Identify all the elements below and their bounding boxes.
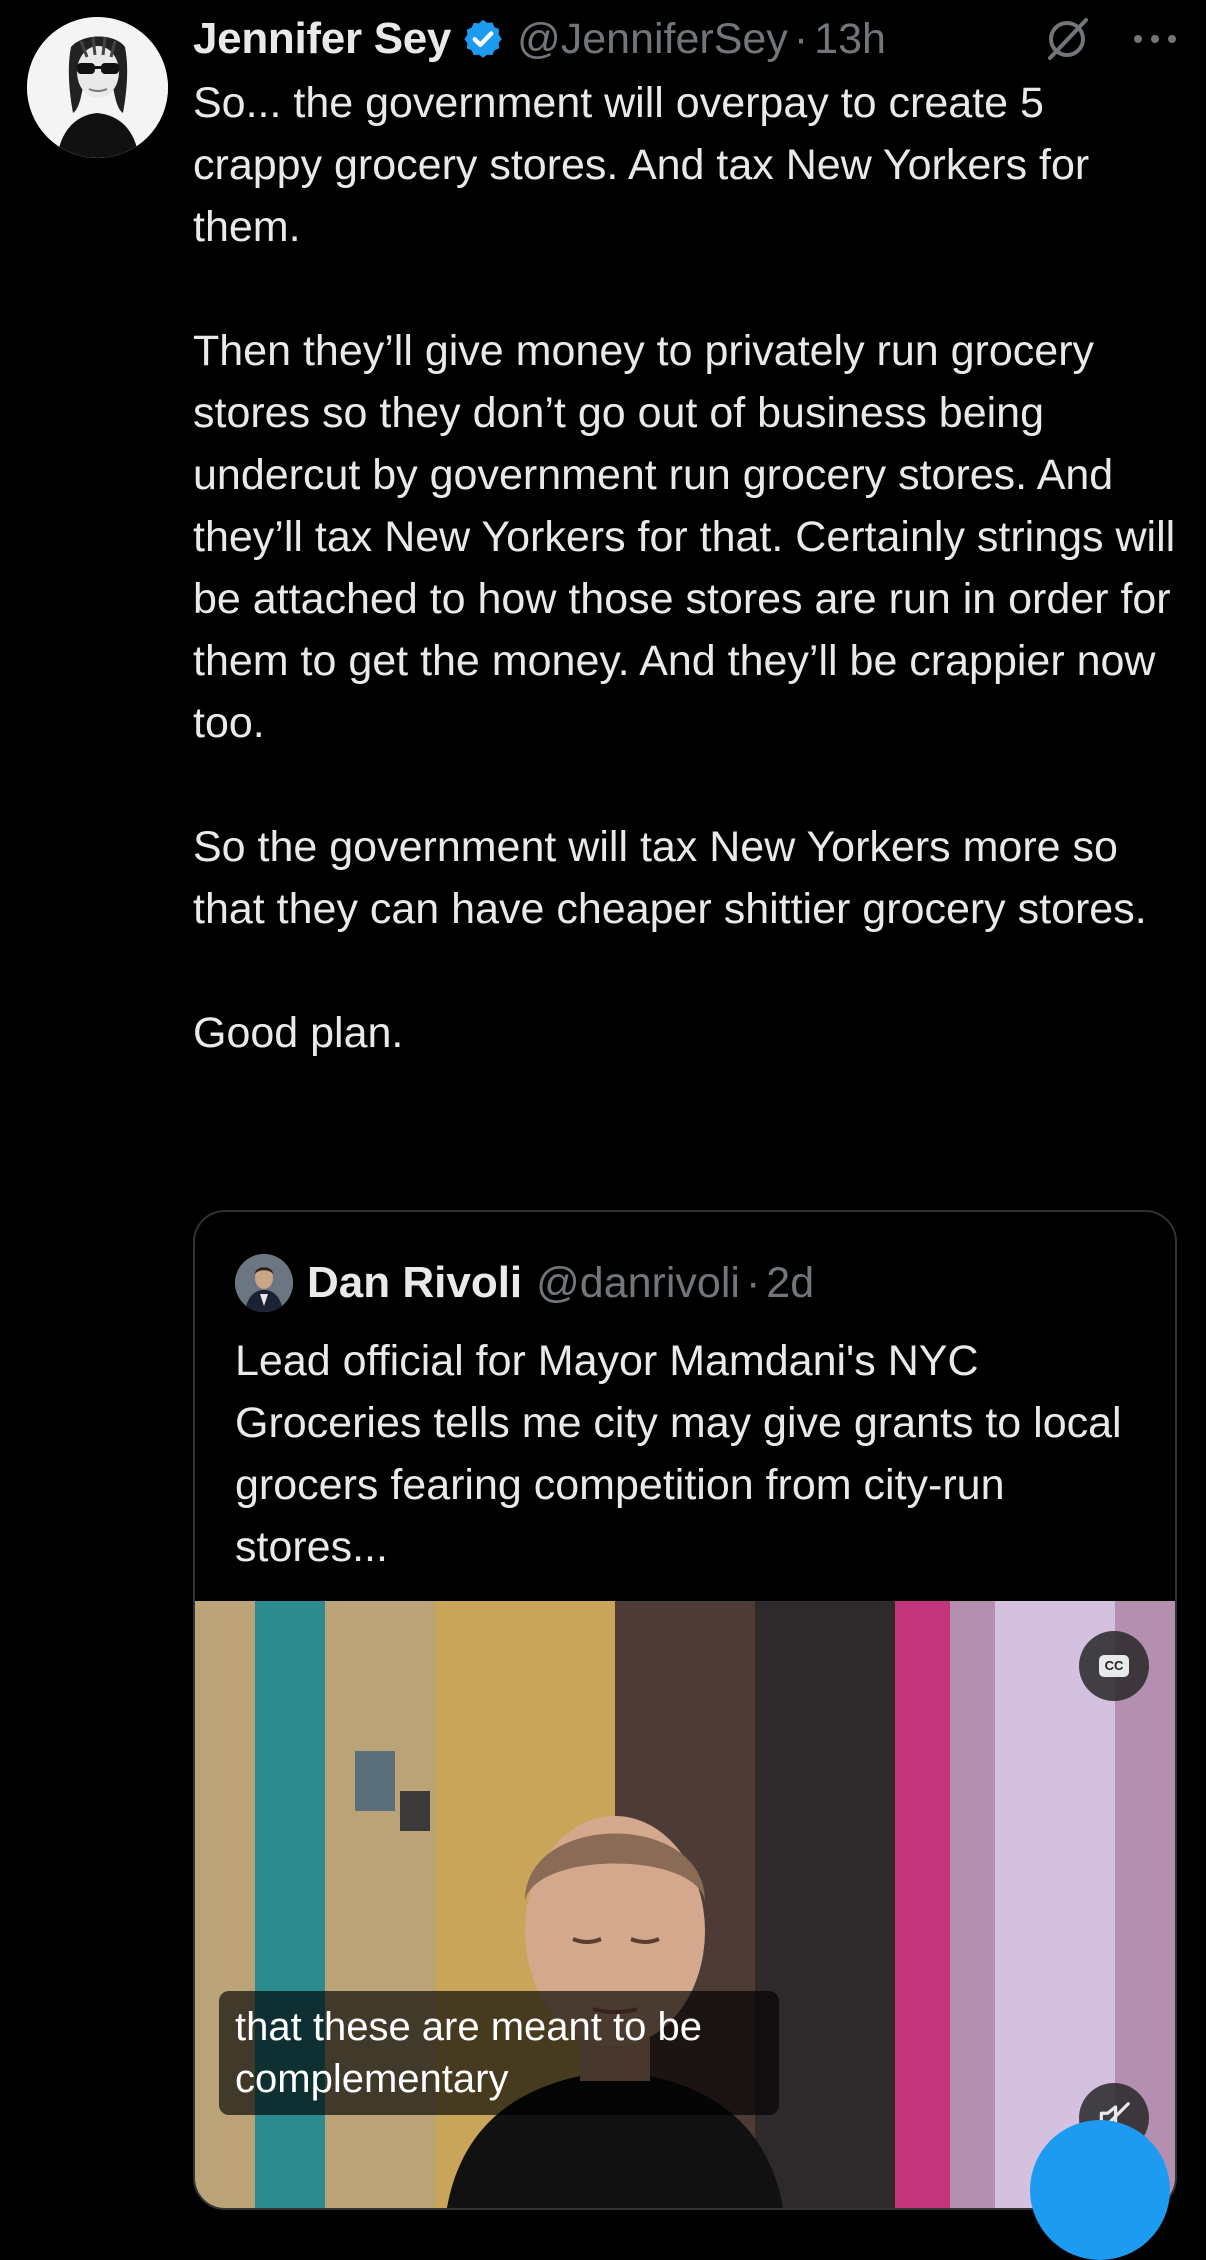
closed-captions-button[interactable]: CC (1079, 1631, 1149, 1701)
post-body: So... the government will overpay to cre… (193, 72, 1183, 1064)
verified-badge-icon (464, 19, 502, 58)
closed-captions-icon: CC (1099, 1655, 1129, 1677)
more-options-icon[interactable] (1132, 29, 1178, 49)
compose-fab[interactable] (1030, 2120, 1170, 2260)
quoted-post-text: Lead official for Mayor Mamdani's NYC Gr… (235, 1337, 1122, 1571)
post-paragraph: So the government will tax New Yorkers m… (193, 823, 1147, 933)
post-paragraph: Then they’ll give money to privately run… (193, 327, 1176, 747)
video-frame (195, 1601, 1175, 2208)
post-paragraph: Good plan. (193, 1009, 404, 1057)
post-paragraph: So... the government will overpay to cre… (193, 79, 1090, 251)
post-timestamp[interactable]: 13h (814, 15, 886, 64)
quoted-author-handle[interactable]: @danrivoli (536, 1259, 740, 1308)
video-caption: that these are meant to be complementary (219, 1991, 779, 2115)
quoted-author-display-name[interactable]: Dan Rivoli (307, 1258, 522, 1308)
quoted-post-header: Dan Rivoli @danrivoli · 2d (235, 1252, 814, 1314)
quoted-video[interactable]: CC that these are meant to be complement… (195, 1601, 1175, 2208)
quoted-post-timestamp[interactable]: 2d (766, 1259, 814, 1308)
grok-icon[interactable] (1042, 14, 1092, 64)
author-display-name[interactable]: Jennifer Sey (193, 14, 451, 64)
author-avatar[interactable] (27, 17, 168, 158)
separator-dot: · (745, 1258, 761, 1307)
quoted-post-card[interactable]: Dan Rivoli @danrivoli · 2d Lead official… (193, 1210, 1177, 2210)
separator-dot: · (793, 14, 809, 63)
post-header: Jennifer Sey @JenniferSey · 13h (193, 10, 1178, 68)
quoted-author-avatar[interactable] (235, 1254, 293, 1312)
author-handle[interactable]: @JenniferSey (517, 15, 788, 64)
